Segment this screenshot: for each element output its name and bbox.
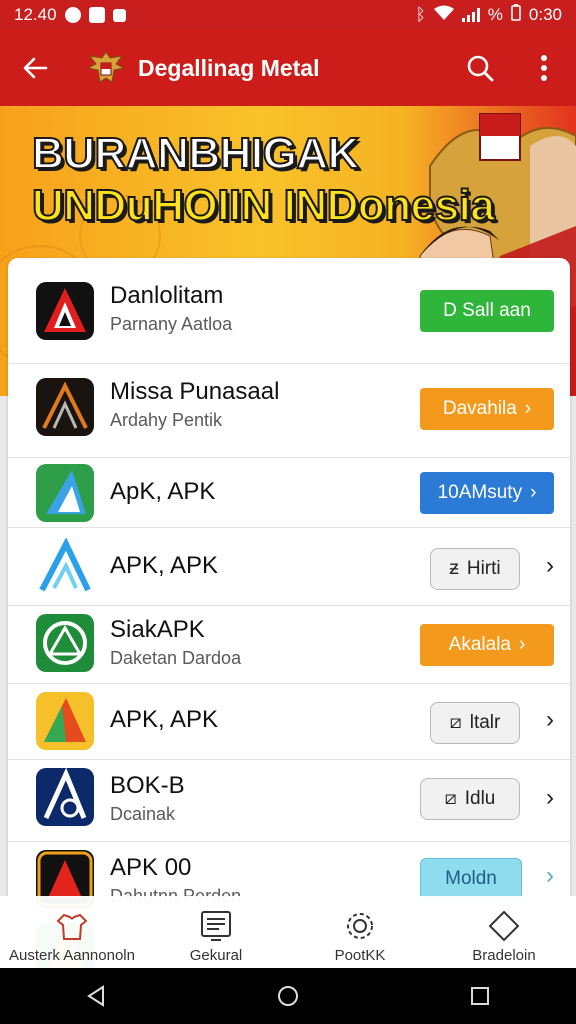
more-vert-icon xyxy=(541,55,547,81)
chevron-right-icon[interactable]: › xyxy=(546,552,554,580)
list-item[interactable]: ApK, APK 10AMsuty › xyxy=(8,458,570,528)
app-subtitle: Daketan Dardoa xyxy=(110,648,242,668)
app-logo-icon xyxy=(36,768,94,826)
download-button-label: Davahila xyxy=(442,398,517,419)
chevron-right-icon[interactable]: › xyxy=(546,706,554,734)
status-time-right: 0:30 xyxy=(528,5,562,24)
app-subtitle: Dcainak xyxy=(110,804,176,824)
chevron-right-icon[interactable]: › xyxy=(546,862,554,890)
search-button[interactable] xyxy=(448,30,512,106)
app-bar: Degallinag Metal xyxy=(0,30,576,106)
shirt-icon xyxy=(56,913,88,940)
app-subtitle: Ardahy Pentik xyxy=(110,410,223,430)
list-item[interactable]: Missa Punasaal Ardahy Pentik Davahila › xyxy=(8,364,570,458)
nav-item-home[interactable]: Austerk Aannonoln xyxy=(0,896,144,968)
back-arrow-icon xyxy=(23,57,48,79)
action-button-label: 10AMsuty xyxy=(437,482,523,503)
back-nav-icon[interactable] xyxy=(85,984,107,1008)
battery-percent: % xyxy=(487,5,503,24)
recents-nav-icon[interactable] xyxy=(469,985,491,1007)
nav-item-general[interactable]: Gekural xyxy=(144,896,288,968)
action-button-label: Hirti xyxy=(466,558,501,579)
list-item[interactable]: Danlolitam Parnany Aatloa D Sall aan xyxy=(8,258,570,364)
settings-gear-icon xyxy=(347,913,373,939)
action-button-label: Idlu xyxy=(464,788,496,809)
action-button[interactable]: ƶ Hirti xyxy=(430,548,520,590)
action-button-label: ltalr xyxy=(469,712,501,733)
app-name: Missa Punasaal xyxy=(110,378,280,405)
monitor-icon xyxy=(201,911,231,941)
install-button-label: D Sall aan xyxy=(443,300,531,321)
nav-label: Austerk Aannonoln xyxy=(9,947,135,964)
nav-item-more[interactable]: Bradeloin xyxy=(432,896,576,968)
search-icon xyxy=(467,55,494,82)
battery-icon xyxy=(511,4,521,26)
app-name: Danlolitam xyxy=(110,282,224,309)
bottom-navigation: Austerk Aannonoln Gekural PootKK Bradelo… xyxy=(0,896,576,968)
list-item[interactable]: BOK-B Dcainak ⧄ Idlu › xyxy=(8,760,570,842)
system-navigation-bar xyxy=(0,968,576,1024)
app-list: Danlolitam Parnany Aatloa D Sall aan Mis… xyxy=(8,258,570,968)
action-button[interactable]: ⧄ ltalr xyxy=(430,702,520,744)
bluetooth-icon: ᛒ xyxy=(415,5,426,24)
edit-icon: ƶ xyxy=(449,558,459,579)
action-button-label: Akalala xyxy=(448,634,511,655)
app-name: ApK, APK xyxy=(110,478,216,505)
app-logo-icon xyxy=(36,614,94,672)
action-button[interactable]: Moldn xyxy=(420,858,522,900)
app-logo-icon xyxy=(36,378,94,436)
photo-notification-icon xyxy=(88,7,105,23)
download-button[interactable]: Davahila › xyxy=(420,388,554,430)
list-item[interactable]: SiakAPK Daketan Dardoa Akalala › xyxy=(8,606,570,684)
banner-line-1: BURANBHIGAK xyxy=(31,128,360,179)
list-item[interactable]: APK, APK ƶ Hirti › xyxy=(8,528,570,606)
notification-icon xyxy=(64,7,81,23)
app-name: BOK-B xyxy=(110,772,185,799)
signal-icon xyxy=(461,8,480,22)
app-notification-icon xyxy=(112,8,126,22)
action-button[interactable]: Akalala › xyxy=(420,624,554,666)
open-icon: ⧄ xyxy=(444,788,457,809)
app-logo-icon xyxy=(36,464,94,522)
action-button[interactable]: 10AMsuty › xyxy=(420,472,554,514)
banner-line-2: UNDuHOIIN INDonesia xyxy=(31,180,496,231)
app-name: APK 00 xyxy=(110,854,192,881)
app-name: APK, APK xyxy=(110,552,219,579)
nav-item-settings[interactable]: PootKK xyxy=(288,896,432,968)
app-logo-icon xyxy=(36,282,94,340)
back-button[interactable] xyxy=(0,30,70,106)
diamond-icon xyxy=(488,910,520,942)
open-icon: ⧄ xyxy=(449,712,462,733)
action-button[interactable]: ⧄ Idlu xyxy=(420,778,520,820)
nav-label: Bradeloin xyxy=(472,947,536,964)
garuda-emblem-icon xyxy=(86,51,126,83)
banner-headline: BURANBHIGAK UNDuHOIIN INDonesia xyxy=(31,128,496,232)
home-nav-icon[interactable] xyxy=(276,984,300,1008)
app-logo-icon xyxy=(36,692,94,750)
chevron-right-icon: › xyxy=(519,634,526,655)
status-time-left: 12.40 xyxy=(14,5,57,24)
nav-label: Gekural xyxy=(189,947,243,964)
list-item[interactable]: APK, APK ⧄ ltalr › xyxy=(8,684,570,760)
chevron-right-icon[interactable]: › xyxy=(546,784,554,812)
wifi-icon xyxy=(433,5,454,26)
install-button[interactable]: D Sall aan xyxy=(420,290,554,332)
app-subtitle: Parnany Aatloa xyxy=(110,314,233,334)
chevron-right-icon: › xyxy=(530,482,537,503)
more-options-button[interactable] xyxy=(512,30,576,106)
nav-label: PootKK xyxy=(334,947,386,964)
app-name: APK, APK xyxy=(110,706,219,733)
app-logo-icon xyxy=(36,538,94,596)
action-button-label: Moldn xyxy=(445,868,497,889)
status-bar: 12.40 ᛒ % 0:30 xyxy=(0,0,576,30)
chevron-right-icon: › xyxy=(524,398,532,419)
app-title: Degallinag Metal xyxy=(138,54,320,81)
app-name: SiakAPK xyxy=(110,616,205,643)
